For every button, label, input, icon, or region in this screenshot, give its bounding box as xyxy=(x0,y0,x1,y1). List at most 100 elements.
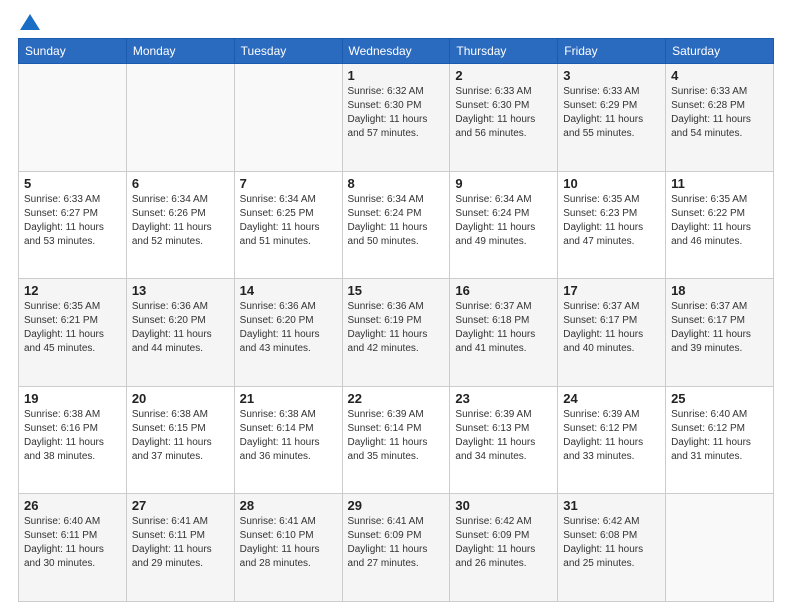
day-cell: 25 Sunrise: 6:40 AMSunset: 6:12 PMDayligh… xyxy=(666,386,774,494)
day-number: 21 xyxy=(240,391,337,406)
header xyxy=(18,18,774,30)
week-row-2: 5Sunrise: 6:33 AMSunset: 6:27 PMDaylight… xyxy=(19,171,774,279)
weekday-wednesday: Wednesday xyxy=(342,39,450,64)
day-number: 25 xyxy=(671,391,768,406)
day-info: Sunrise: 6:33 AMSunset: 6:30 PMDaylight:… xyxy=(455,85,552,141)
day-info: Sunrise: 6:36 AMSunset: 6:20 PMDaylight:… xyxy=(132,300,229,356)
day-cell: 1 Sunrise: 6:32 AMSunset: 6:30 PMDaylight… xyxy=(342,64,450,172)
week-row-3: 12Sunrise: 6:35 AMSunset: 6:21 PMDayligh… xyxy=(19,279,774,387)
day-number: 13 xyxy=(132,283,229,298)
day-info: Sunrise: 6:40 AMSunset: 6:11 PMDaylight:… xyxy=(24,515,121,571)
day-info: Sunrise: 6:38 AMSunset: 6:15 PMDaylight:… xyxy=(132,408,229,464)
day-number: 7 xyxy=(240,176,337,191)
day-cell: 18 Sunrise: 6:37 AMSunset: 6:17 PMDayligh… xyxy=(666,279,774,387)
day-cell xyxy=(19,64,127,172)
day-info: Sunrise: 6:41 AMSunset: 6:09 PMDaylight:… xyxy=(348,515,445,571)
day-info: Sunrise: 6:42 AMSunset: 6:08 PMDaylight:… xyxy=(563,515,660,571)
day-cell: 5Sunrise: 6:33 AMSunset: 6:27 PMDaylight… xyxy=(19,171,127,279)
day-info: Sunrise: 6:34 AMSunset: 6:25 PMDaylight:… xyxy=(240,193,337,249)
day-number: 2 xyxy=(455,68,552,83)
day-number: 23 xyxy=(455,391,552,406)
day-info: Sunrise: 6:33 AMSunset: 6:28 PMDaylight:… xyxy=(671,85,768,141)
day-cell: 11 Sunrise: 6:35 AMSunset: 6:22 PMDayligh… xyxy=(666,171,774,279)
day-cell: 21 Sunrise: 6:38 AMSunset: 6:14 PMDayligh… xyxy=(234,386,342,494)
day-number: 14 xyxy=(240,283,337,298)
day-info: Sunrise: 6:34 AMSunset: 6:26 PMDaylight:… xyxy=(132,193,229,249)
day-info: Sunrise: 6:38 AMSunset: 6:16 PMDaylight:… xyxy=(24,408,121,464)
logo xyxy=(18,18,40,30)
day-cell: 8Sunrise: 6:34 AMSunset: 6:24 PMDaylight… xyxy=(342,171,450,279)
day-number: 28 xyxy=(240,498,337,513)
day-info: Sunrise: 6:36 AMSunset: 6:19 PMDaylight:… xyxy=(348,300,445,356)
day-cell: 27 Sunrise: 6:41 AMSunset: 6:11 PMDayligh… xyxy=(126,494,234,602)
day-cell: 30Sunrise: 6:42 AMSunset: 6:09 PMDayligh… xyxy=(450,494,558,602)
day-number: 30 xyxy=(455,498,552,513)
weekday-header-row: SundayMondayTuesdayWednesdayThursdayFrid… xyxy=(19,39,774,64)
day-info: Sunrise: 6:35 AMSunset: 6:22 PMDaylight:… xyxy=(671,193,768,249)
day-number: 4 xyxy=(671,68,768,83)
day-cell xyxy=(234,64,342,172)
day-info: Sunrise: 6:37 AMSunset: 6:17 PMDaylight:… xyxy=(563,300,660,356)
day-info: Sunrise: 6:35 AMSunset: 6:21 PMDaylight:… xyxy=(24,300,121,356)
weekday-monday: Monday xyxy=(126,39,234,64)
day-cell: 23 Sunrise: 6:39 AMSunset: 6:13 PMDayligh… xyxy=(450,386,558,494)
day-info: Sunrise: 6:32 AMSunset: 6:30 PMDaylight:… xyxy=(348,85,445,141)
day-cell: 3Sunrise: 6:33 AMSunset: 6:29 PMDaylight… xyxy=(558,64,666,172)
day-number: 6 xyxy=(132,176,229,191)
weekday-sunday: Sunday xyxy=(19,39,127,64)
day-info: Sunrise: 6:34 AMSunset: 6:24 PMDaylight:… xyxy=(455,193,552,249)
weekday-friday: Friday xyxy=(558,39,666,64)
day-info: Sunrise: 6:41 AMSunset: 6:11 PMDaylight:… xyxy=(132,515,229,571)
day-number: 22 xyxy=(348,391,445,406)
day-cell: 10 Sunrise: 6:35 AMSunset: 6:23 PMDayligh… xyxy=(558,171,666,279)
day-info: Sunrise: 6:40 AMSunset: 6:12 PMDaylight:… xyxy=(671,408,768,464)
day-cell: 13 Sunrise: 6:36 AMSunset: 6:20 PMDayligh… xyxy=(126,279,234,387)
day-number: 18 xyxy=(671,283,768,298)
day-info: Sunrise: 6:41 AMSunset: 6:10 PMDaylight:… xyxy=(240,515,337,571)
day-number: 11 xyxy=(671,176,768,191)
day-number: 29 xyxy=(348,498,445,513)
day-info: Sunrise: 6:37 AMSunset: 6:17 PMDaylight:… xyxy=(671,300,768,356)
day-info: Sunrise: 6:35 AMSunset: 6:23 PMDaylight:… xyxy=(563,193,660,249)
week-row-5: 26 Sunrise: 6:40 AMSunset: 6:11 PMDayligh… xyxy=(19,494,774,602)
day-cell: 14Sunrise: 6:36 AMSunset: 6:20 PMDayligh… xyxy=(234,279,342,387)
day-info: Sunrise: 6:33 AMSunset: 6:29 PMDaylight:… xyxy=(563,85,660,141)
day-cell: 28 Sunrise: 6:41 AMSunset: 6:10 PMDayligh… xyxy=(234,494,342,602)
day-cell xyxy=(666,494,774,602)
weekday-saturday: Saturday xyxy=(666,39,774,64)
weekday-thursday: Thursday xyxy=(450,39,558,64)
logo-triangle-icon xyxy=(20,14,40,30)
week-row-4: 19 Sunrise: 6:38 AMSunset: 6:16 PMDayligh… xyxy=(19,386,774,494)
day-cell: 29 Sunrise: 6:41 AMSunset: 6:09 PMDayligh… xyxy=(342,494,450,602)
day-cell: 19 Sunrise: 6:38 AMSunset: 6:16 PMDayligh… xyxy=(19,386,127,494)
day-number: 27 xyxy=(132,498,229,513)
day-number: 9 xyxy=(455,176,552,191)
day-number: 1 xyxy=(348,68,445,83)
day-info: Sunrise: 6:39 AMSunset: 6:14 PMDaylight:… xyxy=(348,408,445,464)
day-number: 15 xyxy=(348,283,445,298)
day-number: 20 xyxy=(132,391,229,406)
day-number: 19 xyxy=(24,391,121,406)
day-cell: 16Sunrise: 6:37 AMSunset: 6:18 PMDayligh… xyxy=(450,279,558,387)
day-number: 26 xyxy=(24,498,121,513)
calendar: SundayMondayTuesdayWednesdayThursdayFrid… xyxy=(18,38,774,602)
day-cell: 24Sunrise: 6:39 AMSunset: 6:12 PMDayligh… xyxy=(558,386,666,494)
week-row-1: 1 Sunrise: 6:32 AMSunset: 6:30 PMDaylight… xyxy=(19,64,774,172)
day-info: Sunrise: 6:34 AMSunset: 6:24 PMDaylight:… xyxy=(348,193,445,249)
day-cell: 6 Sunrise: 6:34 AMSunset: 6:26 PMDaylight… xyxy=(126,171,234,279)
day-number: 17 xyxy=(563,283,660,298)
day-info: Sunrise: 6:37 AMSunset: 6:18 PMDaylight:… xyxy=(455,300,552,356)
day-cell: 31Sunrise: 6:42 AMSunset: 6:08 PMDayligh… xyxy=(558,494,666,602)
day-cell: 2 Sunrise: 6:33 AMSunset: 6:30 PMDaylight… xyxy=(450,64,558,172)
day-cell: 26 Sunrise: 6:40 AMSunset: 6:11 PMDayligh… xyxy=(19,494,127,602)
day-cell: 15 Sunrise: 6:36 AMSunset: 6:19 PMDayligh… xyxy=(342,279,450,387)
day-cell: 12Sunrise: 6:35 AMSunset: 6:21 PMDayligh… xyxy=(19,279,127,387)
page: SundayMondayTuesdayWednesdayThursdayFrid… xyxy=(0,0,792,612)
day-info: Sunrise: 6:38 AMSunset: 6:14 PMDaylight:… xyxy=(240,408,337,464)
day-cell xyxy=(126,64,234,172)
day-number: 24 xyxy=(563,391,660,406)
day-info: Sunrise: 6:39 AMSunset: 6:13 PMDaylight:… xyxy=(455,408,552,464)
day-number: 5 xyxy=(24,176,121,191)
day-cell: 7 Sunrise: 6:34 AMSunset: 6:25 PMDaylight… xyxy=(234,171,342,279)
day-number: 10 xyxy=(563,176,660,191)
